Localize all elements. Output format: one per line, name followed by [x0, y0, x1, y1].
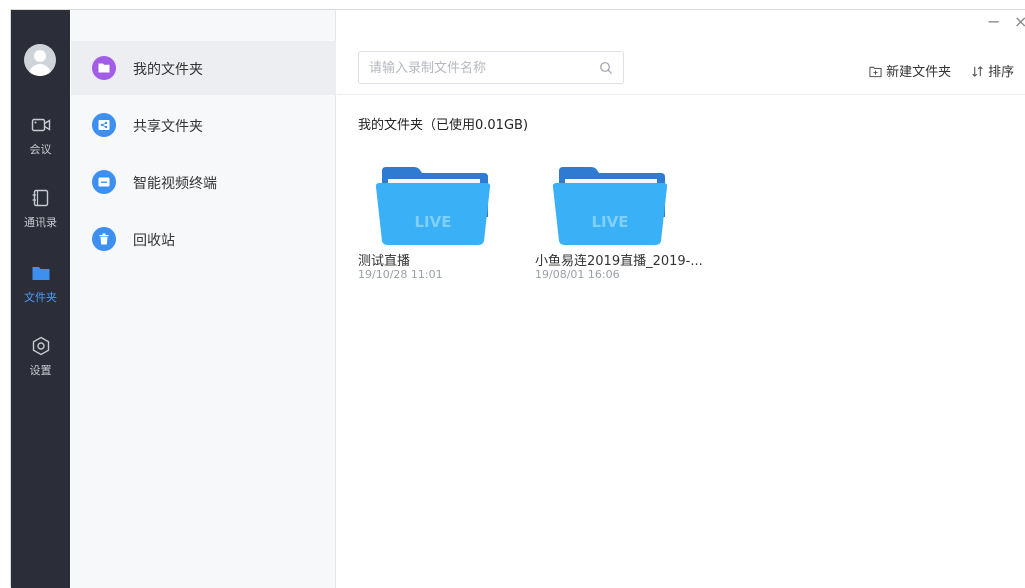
terminal-icon [92, 170, 116, 194]
subnav-item-label: 我的文件夹 [133, 62, 203, 78]
subnav-item-label: 智能视频终端 [133, 176, 217, 192]
close-button[interactable]: × [1014, 12, 1025, 31]
avatar[interactable] [24, 44, 56, 76]
file-tile[interactable]: LIVE 测试直播 19/10/28 11:01 [358, 157, 508, 287]
video-camera-icon [31, 118, 51, 132]
gear-icon [32, 336, 50, 356]
live-folder-icon: LIVE [375, 167, 491, 245]
folder-title: 我的文件夹（已使用0.01GB) [358, 118, 529, 133]
rail-item-label: 设置 [29, 364, 52, 377]
sort-label: 排序 [988, 65, 1015, 80]
new-folder-icon [869, 66, 882, 78]
rail-item-label: 会议 [29, 143, 52, 156]
minimize-button[interactable]: − [987, 12, 1000, 31]
contacts-icon [32, 189, 49, 207]
file-name: 小鱼易连2019直播_2019-... [535, 254, 703, 269]
file-date: 19/10/28 11:01 [358, 268, 443, 281]
subnav-item-shared-folder[interactable]: 共享文件夹 [71, 98, 336, 152]
new-folder-button[interactable]: 新建文件夹 [869, 61, 952, 80]
search-input[interactable] [369, 59, 589, 77]
new-folder-label: 新建文件夹 [886, 65, 952, 80]
file-date: 19/08/01 16:06 [535, 268, 620, 281]
live-label: LIVE [415, 213, 452, 231]
subnav-item-recycle-bin[interactable]: 回收站 [71, 212, 336, 266]
rail-item-folders[interactable]: 文件夹 [11, 263, 70, 319]
sort-icon [972, 66, 983, 77]
live-folder-icon: LIVE [552, 167, 668, 245]
folder-nav: 我的文件夹 共享文件夹 智能视频终端 回收站 [71, 10, 336, 588]
subnav-item-smart-terminal[interactable]: 智能视频终端 [71, 155, 336, 209]
sort-button[interactable]: 排序 [971, 61, 1015, 80]
search-icon[interactable] [599, 61, 613, 75]
rail-item-label: 文件夹 [24, 291, 57, 304]
rail-item-settings[interactable]: 设置 [11, 336, 70, 392]
subnav-item-label: 回收站 [133, 233, 175, 249]
rail-item-meetings[interactable]: 会议 [11, 115, 70, 171]
subnav-item-my-folder[interactable]: 我的文件夹 [71, 41, 336, 95]
header-divider [337, 94, 1025, 95]
live-label: LIVE [592, 213, 629, 231]
folder-icon [32, 267, 50, 280]
rail-item-label: 通讯录 [24, 216, 57, 229]
subnav-item-label: 共享文件夹 [133, 119, 203, 135]
app-window: 会议 通讯录 文件夹 设置 我的文件夹 共享文件夹 智能视频终端 回收站 − ×… [10, 9, 1025, 588]
rail-item-contacts[interactable]: 通讯录 [11, 188, 70, 244]
trash-icon [92, 227, 116, 251]
file-name: 测试直播 [358, 254, 411, 269]
share-icon [92, 113, 116, 137]
file-tile[interactable]: LIVE 小鱼易连2019直播_2019-... 19/08/01 16:06 [535, 157, 703, 287]
main-content: − × 新建文件夹 排序 我的文件夹（ [337, 10, 1025, 588]
primary-nav-rail: 会议 通讯录 文件夹 设置 [11, 10, 70, 588]
folder-icon [92, 56, 116, 80]
search-box [358, 51, 624, 84]
